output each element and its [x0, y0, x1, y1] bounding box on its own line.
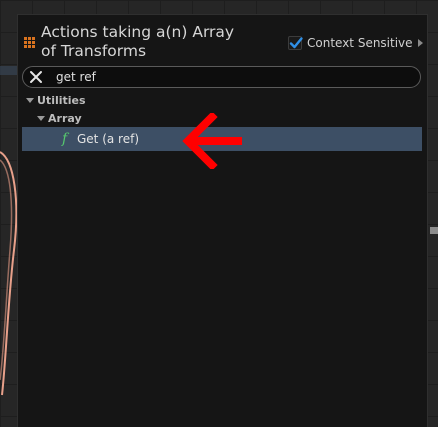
tree-category-label: Utilities: [37, 93, 86, 107]
function-icon: f: [62, 131, 68, 147]
clear-search-icon[interactable]: [29, 70, 43, 84]
action-item-label: Get (a ref): [77, 132, 140, 146]
context-sensitive-label: Context Sensitive: [307, 36, 413, 50]
graph-scroll-handle[interactable]: [430, 227, 438, 234]
search-box: [22, 66, 421, 88]
tree-category-array[interactable]: Array: [37, 109, 82, 127]
tree-category-label: Array: [48, 111, 82, 125]
checkmark-icon: [289, 37, 303, 49]
chevron-right-icon[interactable]: [417, 39, 423, 47]
red-arrow-left-icon: [182, 113, 242, 169]
blueprint-graph-canvas[interactable]: Actions taking a(n) Array of Transforms …: [0, 0, 438, 427]
search-input[interactable]: [56, 67, 406, 87]
action-menu-title: Actions taking a(n) Array of Transforms: [41, 23, 235, 60]
context-sensitive-toggle[interactable]: Context Sensitive: [288, 34, 423, 52]
context-sensitive-checkbox[interactable]: [288, 36, 303, 50]
caret-down-icon[interactable]: [37, 115, 45, 121]
caret-down-icon[interactable]: [26, 97, 34, 103]
tree-category-utilities[interactable]: Utilities: [26, 91, 86, 109]
action-menu-panel: Actions taking a(n) Array of Transforms …: [17, 14, 428, 427]
action-menu-header: Actions taking a(n) Array of Transforms …: [18, 15, 427, 65]
blueprint-grid-icon: [24, 37, 35, 48]
